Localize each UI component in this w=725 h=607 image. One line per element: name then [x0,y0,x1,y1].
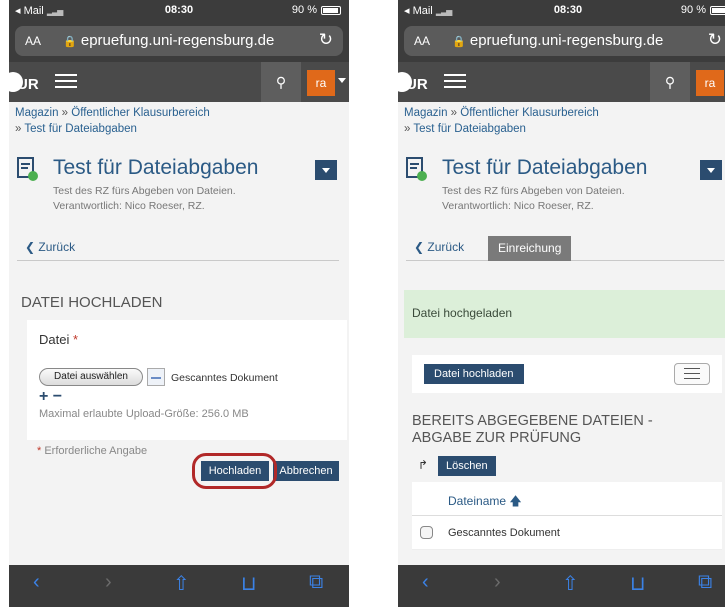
lock-icon: 🔒 [452,36,466,48]
tabs-icon[interactable]: ⧉ [698,571,712,594]
clock: 08:30 [553,4,583,16]
search-icon[interactable]: ⚲ [650,62,690,102]
browser-toolbar: AA 🔒 epruefung.uni-regensburg.de ↻ [9,20,349,62]
chevron-left-icon: ❮ [25,240,36,254]
site-header: UR ⚲ ra [9,62,349,102]
menu-icon[interactable] [51,70,81,94]
page-title: Test für Dateiabgaben [442,156,648,179]
menu-icon[interactable] [440,70,470,94]
upload-form-card: Datei * Datei auswählen Gescanntes Dokum… [27,320,347,440]
choose-file-button[interactable]: Datei auswählen [39,368,143,386]
forward-icon[interactable]: › [494,571,501,594]
table-header: Dateiname 🡅 [412,482,722,516]
breadcrumb-magazin[interactable]: Magazin [15,107,58,119]
chosen-file-name: Gescanntes Dokument [171,372,278,384]
breadcrumb-test[interactable]: Test für Dateiabgaben [24,123,137,135]
delete-button[interactable]: Löschen [438,456,496,476]
bookmarks-icon[interactable]: ⊔ [241,571,257,596]
phone-submission-list: ◂ Mail ▂▃▅ 08:30 90 % AA 🔒 epruefung.uni… [398,0,725,607]
breadcrumb: Magazin » Öffentlicher Klausurbereich » … [404,107,599,135]
breadcrumb-test[interactable]: Test für Dateiabgaben [413,123,526,135]
tabs-divider [17,260,339,261]
battery-icon [321,5,341,15]
back-tab[interactable]: ❮ Zurück [25,240,75,254]
url-text: 🔒 epruefung.uni-regensburg.de [63,32,275,49]
chevron-down-icon[interactable] [338,78,346,83]
table-row: Gescanntes Dokument [412,516,722,550]
list-view-icon[interactable] [674,363,710,385]
site-header: UR ⚲ ra [398,62,725,102]
university-logo[interactable]: UR [398,70,432,96]
file-name-cell: Gescanntes Dokument [448,527,560,539]
cancel-button[interactable]: Abbrechen [273,461,339,481]
reader-options-button[interactable]: AA [25,34,41,48]
bookmarks-icon[interactable]: ⊔ [630,571,646,596]
back-icon[interactable]: ‹ [33,571,40,594]
url-text: 🔒 epruefung.uni-regensburg.de [452,32,664,49]
forward-icon[interactable]: › [105,571,112,594]
tab-einreichung[interactable]: Einreichung [488,236,572,261]
exercise-icon [17,157,38,181]
breadcrumb-magazin[interactable]: Magazin [404,107,447,119]
share-icon[interactable]: ⇧ [173,571,190,596]
max-upload-size: Maximal erlaubte Upload-Größe: 256.0 MB [39,408,249,420]
page-subtitle: Test des RZ fürs Abgeben von Dateien. Ve… [53,185,236,212]
file-toolbar: Datei hochladen [412,355,722,393]
reload-icon[interactable]: ↻ [319,30,333,50]
actions-dropdown-button[interactable] [315,160,337,180]
address-bar[interactable]: AA 🔒 epruefung.uni-regensburg.de ↻ [404,26,725,56]
chevron-left-icon: ❮ [414,240,425,254]
bulk-actions: ↱ Löschen [412,456,725,476]
user-avatar[interactable]: ra [696,70,724,96]
required-note: * Erforderliche Angabe [37,445,148,457]
browser-bottom-bar: ‹ › ⇧ ⊔ ⧉ [9,565,349,607]
exercise-icon [406,157,427,181]
sort-up-icon: 🡅 [509,494,522,508]
user-avatar[interactable]: ra [307,70,335,96]
file-thumbnail-icon [147,368,165,386]
university-logo[interactable]: UR [9,70,43,96]
address-bar[interactable]: AA 🔒 epruefung.uni-regensburg.de ↻ [15,26,343,56]
tabs-icon[interactable]: ⧉ [309,571,323,594]
breadcrumb: Magazin » Öffentlicher Klausurbereich » … [15,107,210,135]
phone-upload-form: ◂ Mail ▂▃▅ 08:30 90 % AA 🔒 epruefung.uni… [9,0,349,607]
row-checkbox[interactable] [420,526,433,539]
reader-options-button[interactable]: AA [414,34,430,48]
battery-icon [710,5,725,15]
battery-indicator: 90 % [681,4,725,16]
submitted-files-heading: BEREITS ABGEGEBENE DATEIEN - ABGABE ZUR … [412,413,653,446]
search-icon[interactable]: ⚲ [261,62,301,102]
upload-heading: DATEI HOCHLADEN [21,294,163,311]
file-label: Datei * [39,332,79,347]
page-title: Test für Dateiabgaben [53,156,259,179]
reload-icon[interactable]: ↻ [708,30,722,50]
status-bar: ◂ Mail ▂▃▅ 08:30 90 % [9,0,349,20]
back-icon[interactable]: ‹ [422,571,429,594]
lock-icon: 🔒 [63,36,77,48]
files-table: Dateiname 🡅 Gescanntes Dokument [412,482,722,550]
share-icon[interactable]: ⇧ [562,571,579,596]
upload-file-button[interactable]: Datei hochladen [424,364,524,384]
breadcrumb-public-area[interactable]: Öffentlicher Klausurbereich [71,107,210,119]
actions-dropdown-button[interactable] [700,160,722,180]
breadcrumb-public-area[interactable]: Öffentlicher Klausurbereich [460,107,599,119]
browser-toolbar: AA 🔒 epruefung.uni-regensburg.de ↻ [398,20,725,62]
status-bar: ◂ Mail ▂▃▅ 08:30 90 % [398,0,725,20]
browser-bottom-bar: ‹ › ⇧ ⊔ ⧉ [398,565,725,607]
selection-arrow-icon: ↱ [418,458,429,472]
page-subtitle: Test des RZ fürs Abgeben von Dateien. Ve… [442,185,625,212]
highlight-annotation [192,453,277,489]
back-tab[interactable]: ❮ Zurück [414,240,464,254]
success-message: Datei hochgeladen [404,290,725,338]
sort-by-filename[interactable]: Dateiname 🡅 [448,492,522,513]
add-remove-file-icons[interactable]: + − [39,388,62,406]
battery-indicator: 90 % [292,4,341,16]
